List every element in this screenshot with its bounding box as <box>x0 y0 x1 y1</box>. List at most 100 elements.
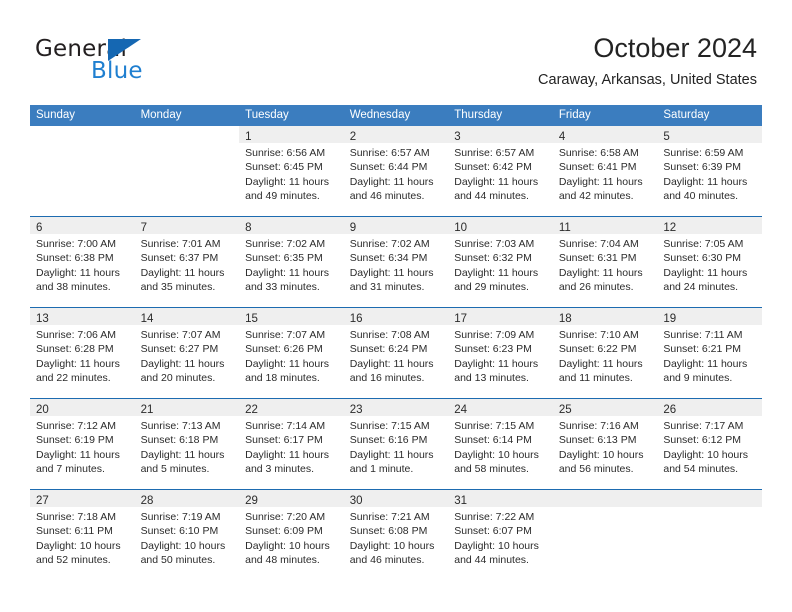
calendar-day-cell-inner: 9 Sunrise: 7:02 AM Sunset: 6:34 PM Daylight… <box>343 217 449 307</box>
daylight-duration-line2: and 46 minutes. <box>349 554 425 567</box>
day-details: Sunrise: 7:01 AM Sunset: 6:37 PM Daylight:… <box>135 234 240 295</box>
daylight-duration-line2: and 40 minutes. <box>663 190 739 203</box>
calendar-day-cell-inner: 31 Sunrise: 7:22 AM Sunset: 6:07 PM Dayligh… <box>448 490 553 580</box>
calendar-page: General Blue October 2024 Caraway, Arkan… <box>0 0 792 612</box>
calendar-day-cell[interactable]: 26 Sunrise: 7:17 AM Sunset: 6:12 PM Dayligh… <box>657 398 762 490</box>
day-details: Sunrise: 6:59 AM Sunset: 6:39 PM Daylight:… <box>657 143 762 204</box>
calendar-day-cell[interactable]: 23 Sunrise: 7:15 AM Sunset: 6:16 PM Dayligh… <box>343 398 449 490</box>
daylight-duration-line1: Daylight: 11 hours <box>663 175 748 188</box>
calendar-day-cell[interactable]: 5 Sunrise: 6:59 AM Sunset: 6:39 PM Daylight… <box>657 126 762 217</box>
daylight-duration-line1: Daylight: 11 hours <box>140 266 225 279</box>
calendar-day-cell[interactable]: 19 Sunrise: 7:11 AM Sunset: 6:21 PM Dayligh… <box>657 307 762 399</box>
weekday-header-row: Sunday Monday Tuesday Wednesday Thursday… <box>30 105 762 126</box>
calendar-day-cell-inner: 5 Sunrise: 6:59 AM Sunset: 6:39 PM Daylight… <box>657 126 762 216</box>
day-details: Sunrise: 7:12 AM Sunset: 6:19 PM Daylight:… <box>30 416 135 477</box>
day-number-band: 23 <box>343 399 449 416</box>
day-number: 17 <box>454 313 468 325</box>
calendar-day-cell-inner: 21 Sunrise: 7:13 AM Sunset: 6:18 PM Dayligh… <box>134 399 240 489</box>
daylight-duration-line2: and 16 minutes. <box>349 372 425 385</box>
calendar-day-cell-inner: 17 Sunrise: 7:09 AM Sunset: 6:23 PM Dayligh… <box>448 308 553 398</box>
daylight-duration-line2: and 52 minutes. <box>36 554 111 567</box>
day-number-band: 21 <box>134 399 240 416</box>
calendar-day-cell[interactable]: 2 Sunrise: 6:57 AM Sunset: 6:44 PM Daylight… <box>343 126 449 217</box>
calendar-day-cell[interactable]: 3 Sunrise: 6:57 AM Sunset: 6:42 PM Daylight… <box>448 126 553 217</box>
calendar-day-cell[interactable]: 21 Sunrise: 7:13 AM Sunset: 6:18 PM Dayligh… <box>134 398 240 490</box>
day-details: Sunrise: 6:57 AM Sunset: 6:42 PM Daylight:… <box>448 143 553 204</box>
day-details: Sunrise: 7:07 AM Sunset: 6:27 PM Daylight:… <box>135 325 240 386</box>
calendar-day-cell[interactable]: 10 Sunrise: 7:03 AM Sunset: 6:32 PM Dayligh… <box>448 216 553 308</box>
day-number: 25 <box>558 404 572 416</box>
day-number: 23 <box>349 404 363 416</box>
daylight-duration-line1: Daylight: 11 hours <box>140 448 225 461</box>
sunset-time: Sunset: 6:23 PM <box>454 343 532 356</box>
day-number: 5 <box>663 131 670 143</box>
calendar-day-cell[interactable]: 31 Sunrise: 7:22 AM Sunset: 6:07 PM Dayligh… <box>448 489 553 580</box>
day-details: Sunrise: 6:57 AM Sunset: 6:44 PM Daylight:… <box>344 143 449 204</box>
day-number-band: 16 <box>343 308 449 325</box>
daylight-duration-line1: Daylight: 10 hours <box>140 539 226 552</box>
daylight-duration-line2: and 1 minute. <box>349 463 414 476</box>
day-number: 28 <box>140 495 154 507</box>
sunset-time: Sunset: 6:42 PM <box>454 161 532 174</box>
calendar-day-cell[interactable]: 24 Sunrise: 7:15 AM Sunset: 6:14 PM Dayligh… <box>448 398 553 490</box>
day-details: Sunrise: 7:20 AM Sunset: 6:09 PM Daylight:… <box>239 507 344 568</box>
day-number-band: 5 <box>657 126 762 143</box>
calendar-day-cell-inner: 22 Sunrise: 7:14 AM Sunset: 6:17 PM Dayligh… <box>239 399 344 489</box>
sunrise-time: Sunrise: 7:11 AM <box>663 329 743 341</box>
calendar-day-cell[interactable]: 20 Sunrise: 7:12 AM Sunset: 6:19 PM Dayligh… <box>30 398 135 490</box>
calendar-day-cell[interactable]: 9 Sunrise: 7:02 AM Sunset: 6:34 PM Daylight… <box>343 216 449 308</box>
sunrise-time: Sunrise: 7:21 AM <box>349 511 430 523</box>
sunset-time: Sunset: 6:35 PM <box>245 252 323 265</box>
calendar-head: Sunday Monday Tuesday Wednesday Thursday… <box>30 105 762 126</box>
day-number-band: 20 <box>30 399 135 416</box>
sunset-time: Sunset: 6:11 PM <box>36 525 113 538</box>
daylight-duration-line1: Daylight: 11 hours <box>245 175 329 188</box>
calendar-day-cell[interactable]: 4 Sunrise: 6:58 AM Sunset: 6:41 PM Daylight… <box>552 126 658 217</box>
calendar-day-cell[interactable]: 14 Sunrise: 7:07 AM Sunset: 6:27 PM Dayligh… <box>134 307 240 399</box>
day-number-band: 27 <box>30 490 135 507</box>
daylight-duration-line1: Daylight: 11 hours <box>558 175 643 188</box>
day-details: Sunrise: 7:21 AM Sunset: 6:08 PM Daylight:… <box>344 507 449 568</box>
day-number-band: 14 <box>134 308 240 325</box>
day-number-band: 17 <box>448 308 553 325</box>
calendar-day-cell[interactable]: 29 Sunrise: 7:20 AM Sunset: 6:09 PM Dayligh… <box>239 489 344 580</box>
day-number: 6 <box>36 222 43 234</box>
calendar-day-cell-inner <box>134 126 240 216</box>
daylight-duration-line1: Daylight: 10 hours <box>454 539 539 552</box>
sunrise-time: Sunrise: 7:17 AM <box>663 420 744 432</box>
day-number-band: 9 <box>343 217 449 234</box>
calendar-day-cell[interactable]: 12 Sunrise: 7:05 AM Sunset: 6:30 PM Dayligh… <box>657 216 762 308</box>
day-details: Sunrise: 7:19 AM Sunset: 6:10 PM Daylight:… <box>135 507 240 568</box>
daylight-duration-line2: and 44 minutes. <box>454 554 529 567</box>
calendar-day-cell[interactable]: 28 Sunrise: 7:19 AM Sunset: 6:10 PM Dayligh… <box>134 489 240 580</box>
calendar-day-cell[interactable]: 1 Sunrise: 6:56 AM Sunset: 6:45 PM Daylight… <box>239 126 344 217</box>
daylight-duration-line1: Daylight: 11 hours <box>454 175 539 188</box>
general-blue-logo[interactable]: General Blue <box>35 36 165 84</box>
day-number: 30 <box>349 495 363 507</box>
calendar-day-cell[interactable]: 16 Sunrise: 7:08 AM Sunset: 6:24 PM Dayligh… <box>343 307 449 399</box>
daylight-duration-line2: and 29 minutes. <box>454 281 529 294</box>
calendar-day-cell[interactable]: 13 Sunrise: 7:06 AM Sunset: 6:28 PM Dayligh… <box>30 307 135 399</box>
sunset-time: Sunset: 6:38 PM <box>36 252 114 265</box>
calendar-day-cell[interactable]: 27 Sunrise: 7:18 AM Sunset: 6:11 PM Dayligh… <box>30 489 135 580</box>
day-number: 15 <box>245 313 258 325</box>
daylight-duration-line2: and 7 minutes. <box>36 463 105 476</box>
calendar-day-cell[interactable]: 11 Sunrise: 7:04 AM Sunset: 6:31 PM Dayligh… <box>552 216 658 308</box>
calendar-day-cell[interactable]: 30 Sunrise: 7:21 AM Sunset: 6:08 PM Dayligh… <box>343 489 449 580</box>
calendar-day-cell[interactable]: 17 Sunrise: 7:09 AM Sunset: 6:23 PM Dayligh… <box>448 307 553 399</box>
calendar-day-cell[interactable]: 25 Sunrise: 7:16 AM Sunset: 6:13 PM Dayligh… <box>552 398 658 490</box>
day-details: Sunrise: 7:02 AM Sunset: 6:35 PM Daylight:… <box>239 234 344 295</box>
day-number: 2 <box>349 131 357 143</box>
calendar-day-cell[interactable]: 7 Sunrise: 7:01 AM Sunset: 6:37 PM Daylight… <box>134 216 240 308</box>
calendar-day-cell[interactable]: 18 Sunrise: 7:10 AM Sunset: 6:22 PM Dayligh… <box>552 307 658 399</box>
calendar-day-cell[interactable]: 15 Sunrise: 7:07 AM Sunset: 6:26 PM Dayligh… <box>239 307 344 399</box>
calendar-day-cell[interactable]: 22 Sunrise: 7:14 AM Sunset: 6:17 PM Dayligh… <box>239 398 344 490</box>
sunrise-time: Sunrise: 7:07 AM <box>140 329 221 341</box>
calendar-day-cell[interactable]: 6 Sunrise: 7:00 AM Sunset: 6:38 PM Daylight… <box>30 216 135 308</box>
sunrise-time: Sunrise: 7:20 AM <box>245 511 326 523</box>
calendar-day-cell[interactable]: 8 Sunrise: 7:02 AM Sunset: 6:35 PM Daylight… <box>239 216 344 308</box>
daylight-duration-line1: Daylight: 11 hours <box>663 266 748 279</box>
calendar-day-cell-empty <box>30 126 135 217</box>
daylight-duration-line1: Daylight: 11 hours <box>36 357 120 370</box>
sunrise-sunset-calendar: Sunday Monday Tuesday Wednesday Thursday… <box>30 105 762 580</box>
